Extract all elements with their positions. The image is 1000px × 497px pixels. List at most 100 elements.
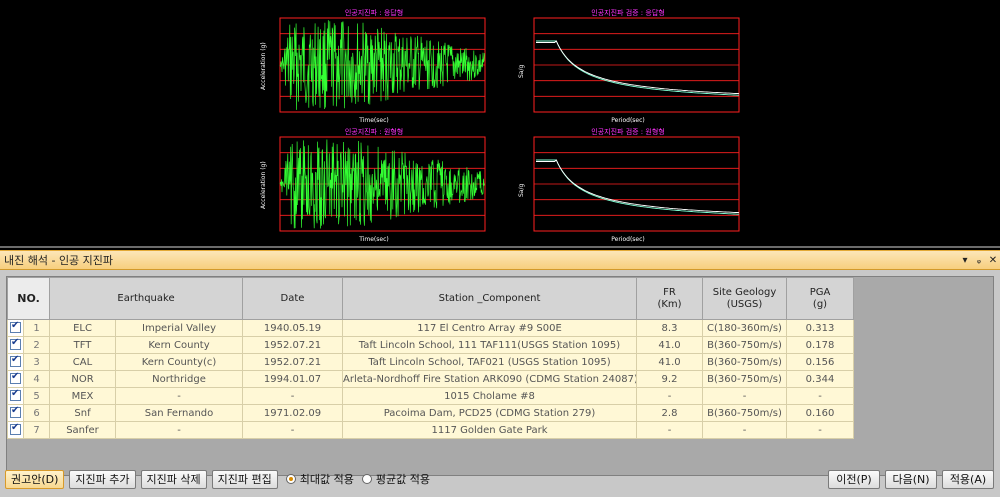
plot-title: 인공지진파 검증 : 원형형 [591,128,665,136]
panel-header: 내진 해석 - 인공 지진파 ▾ ᵩ ✕ [0,250,1000,270]
row-code: MEX [49,387,116,405]
row-station: Taft Lincoln School, TAF021 (USGS Statio… [342,353,637,371]
close-icon[interactable]: ✕ [986,255,1000,266]
pin-icon[interactable]: ᵩ [972,255,986,266]
row-station: 1015 Cholame #8 [342,387,637,405]
apply-button[interactable]: 적용(A) [942,469,994,489]
row-pga: 0.156 [786,353,854,371]
edit-wave-button[interactable]: 지진파 편집 [211,469,278,489]
row-pga: 0.344 [786,370,854,388]
row-date: 1952.07.21 [242,353,343,371]
checkbox-checked-icon[interactable] [10,355,21,368]
header-station: Station _Component [342,277,637,320]
panel-title: 내진 해석 - 인공 지진파 [4,254,114,267]
row-checkbox[interactable] [7,353,24,371]
row-station: Pacoima Dam, PCD25 (CDMG Station 279) [342,404,637,422]
header-pga: PGA (g) [786,277,854,320]
header-site: Site Geology (USGS) [702,277,787,320]
row-checkbox[interactable] [7,404,24,422]
row-no: 1 [23,319,50,337]
prev-button[interactable]: 이전(P) [828,469,880,489]
row-fr: 41.0 [636,353,703,371]
row-no: 5 [23,387,50,405]
checkbox-checked-icon[interactable] [10,423,21,436]
radio-unselected-icon [361,474,372,484]
radio-max[interactable]: 최대값 적용 [285,471,354,487]
row-checkbox[interactable] [7,387,24,405]
row-code: Sanfer [49,421,116,439]
recommend-button[interactable]: 권고안(D) [5,469,65,489]
row-site: - [702,421,787,439]
row-checkbox[interactable] [7,370,24,388]
row-checkbox[interactable] [7,336,24,354]
checkbox-checked-icon[interactable] [10,372,21,385]
row-date: 1940.05.19 [242,319,343,337]
header-date: Date [242,277,343,320]
row-no: 2 [23,336,50,354]
checkbox-checked-icon[interactable] [10,406,21,419]
row-no: 7 [23,421,50,439]
plot-frame [533,136,740,232]
table-row[interactable]: 2TFTKern County1952.07.21Taft Lincoln Sc… [7,336,854,354]
plot-top-right: 인공지진파 검증 : 응답형 Period(sec) Sa/g [512,8,744,124]
checkbox-checked-icon[interactable] [10,321,21,334]
radio-selected-icon [285,474,296,484]
dropdown-icon[interactable]: ▾ [958,255,972,266]
x-axis-label: Period(sec) [611,117,645,124]
row-no: 6 [23,404,50,422]
table-row[interactable]: 5MEX--1015 Cholame #8--- [7,387,854,405]
add-wave-button[interactable]: 지진파 추가 [69,469,136,489]
row-pga: - [786,387,854,405]
plot-area: 인공지진파 : 응답형 Time(sec) Acceleration (g) 인… [0,0,1000,248]
plot-title: 인공지진파 : 원형형 [344,128,404,136]
table-row[interactable]: 7Sanfer--1117 Golden Gate Park--- [7,421,854,439]
table-row[interactable]: 3CALKern County(c)1952.07.21Taft Lincoln… [7,353,854,371]
row-date: - [242,421,343,439]
y-axis-label: Acceleration (g) [260,42,267,90]
row-checkbox[interactable] [7,421,24,439]
table-row[interactable]: 6SnfSan Fernando1971.02.09Pacoima Dam, P… [7,404,854,422]
row-station: Taft Lincoln School, 111 TAF111(USGS Sta… [342,336,637,354]
row-pga: 0.160 [786,404,854,422]
row-site: - [702,387,787,405]
header-no: NO. [7,277,50,320]
row-earthquake-name: - [115,421,243,439]
row-code: CAL [49,353,116,371]
row-date: 1971.02.09 [242,404,343,422]
header-fr: FR (Km) [636,277,703,320]
delete-wave-button[interactable]: 지진파 삭제 [140,469,207,489]
row-fr: 2.8 [636,404,703,422]
table-row[interactable]: 4NORNorthridge1994.01.07Arleta-Nordhoff … [7,370,854,388]
radio-avg[interactable]: 평균값 적용 [361,471,430,487]
row-earthquake-name: Kern County(c) [115,353,243,371]
table-row[interactable]: 1ELCImperial Valley1940.05.19117 El Cent… [7,319,854,337]
plot-bottom-right: 인공지진파 검증 : 원형형 Period(sec) Sa/g [512,127,744,243]
bottom-toolbar: 권고안(D) 지진파 추가 지진파 삭제 지진파 편집 최대값 적용 평균값 적… [0,466,1000,492]
table-header-row: NO. Earthquake Date Station _Component F… [7,277,854,320]
row-site: B(360-750m/s) [702,370,787,388]
plot-title: 인공지진파 : 응답형 [344,9,404,17]
checkbox-checked-icon[interactable] [10,338,21,351]
checkbox-checked-icon[interactable] [10,389,21,402]
row-no: 3 [23,353,50,371]
row-earthquake-name: Imperial Valley [115,319,243,337]
row-site: B(360-750m/s) [702,404,787,422]
y-axis-label: Sa/g [518,64,525,78]
x-axis-label: Time(sec) [359,236,389,243]
next-button[interactable]: 다음(N) [885,469,937,489]
y-axis-label: Sa/g [518,183,525,197]
row-station: 117 El Centro Array #9 S00E [342,319,637,337]
row-fr: 9.2 [636,370,703,388]
header-pga-line2: (g) [812,298,828,310]
row-fr: 8.3 [636,319,703,337]
plot-bottom-left: 인공지진파 : 원형형 Time(sec) Acceleration (g) [258,127,490,243]
waveform-chart [279,136,486,232]
row-code: NOR [49,370,116,388]
target-spectrum-line [536,159,740,214]
radio-avg-label: 평균값 적용 [375,473,430,486]
row-earthquake-name: Kern County [115,336,243,354]
row-code: Snf [49,404,116,422]
row-fr: - [636,387,703,405]
row-checkbox[interactable] [7,319,24,337]
header-earthquake: Earthquake [49,277,243,320]
